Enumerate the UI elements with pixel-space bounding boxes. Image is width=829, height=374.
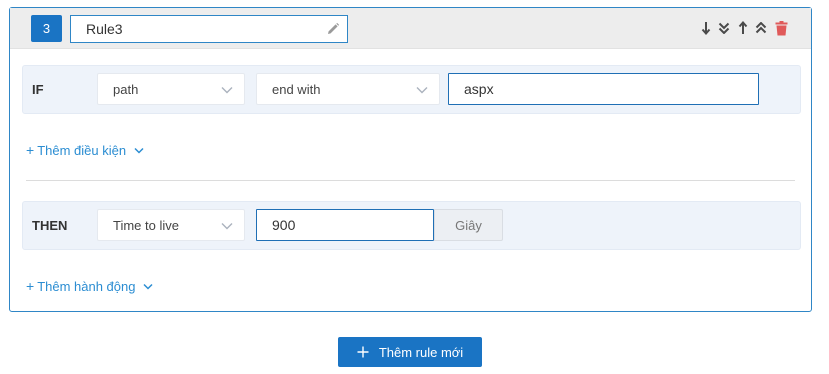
action-unit-label: Giây bbox=[434, 209, 503, 241]
rule-header: 3 Rule3 bbox=[10, 8, 811, 49]
chevron-down-icon bbox=[416, 87, 428, 94]
condition-field-select[interactable]: path bbox=[97, 73, 245, 105]
move-top-icon[interactable] bbox=[755, 20, 767, 36]
rule-name-input[interactable]: Rule3 bbox=[70, 15, 348, 43]
action-value-text: 900 bbox=[272, 217, 296, 233]
plus-icon bbox=[357, 346, 369, 358]
then-label: THEN bbox=[32, 218, 68, 233]
condition-operator-value: end with bbox=[272, 81, 321, 97]
chevron-down-icon bbox=[134, 147, 144, 154]
add-condition-label: Thêm điều kiện bbox=[37, 142, 127, 158]
rule-name-text: Rule3 bbox=[86, 21, 123, 37]
condition-operator-select[interactable]: end with bbox=[256, 73, 440, 105]
if-label: IF bbox=[32, 82, 44, 97]
plus-icon: + bbox=[26, 278, 35, 294]
add-new-rule-button[interactable]: Thêm rule mới bbox=[338, 337, 482, 367]
move-up-icon[interactable] bbox=[737, 20, 749, 36]
chevron-down-icon bbox=[143, 283, 154, 290]
add-new-rule-label: Thêm rule mới bbox=[378, 344, 464, 360]
delete-icon[interactable] bbox=[774, 20, 788, 36]
plus-icon: + bbox=[26, 142, 35, 158]
condition-row: IF path end with aspx bbox=[22, 65, 801, 114]
condition-value-input[interactable]: aspx bbox=[448, 73, 759, 105]
action-type-select[interactable]: Time to live bbox=[97, 209, 245, 241]
action-row: THEN Time to live 900 Giây bbox=[22, 201, 801, 250]
add-action-link[interactable]: + Thêm hành động bbox=[26, 278, 154, 294]
pencil-icon[interactable] bbox=[326, 22, 340, 36]
add-action-label: Thêm hành động bbox=[37, 278, 136, 294]
move-down-icon[interactable] bbox=[700, 20, 712, 36]
rule-card: 3 Rule3 IF path end with aspx + Thêm điề… bbox=[9, 7, 812, 312]
condition-field-value: path bbox=[113, 81, 139, 97]
move-bottom-icon[interactable] bbox=[718, 20, 730, 36]
divider bbox=[26, 180, 795, 181]
chevron-down-icon bbox=[221, 87, 233, 94]
action-value-input[interactable]: 900 bbox=[256, 209, 434, 241]
action-type-value: Time to live bbox=[113, 217, 179, 233]
chevron-down-icon bbox=[221, 223, 233, 230]
add-condition-link[interactable]: + Thêm điều kiện bbox=[26, 142, 144, 158]
condition-value-text: aspx bbox=[464, 81, 494, 97]
rule-number-badge: 3 bbox=[31, 15, 62, 42]
